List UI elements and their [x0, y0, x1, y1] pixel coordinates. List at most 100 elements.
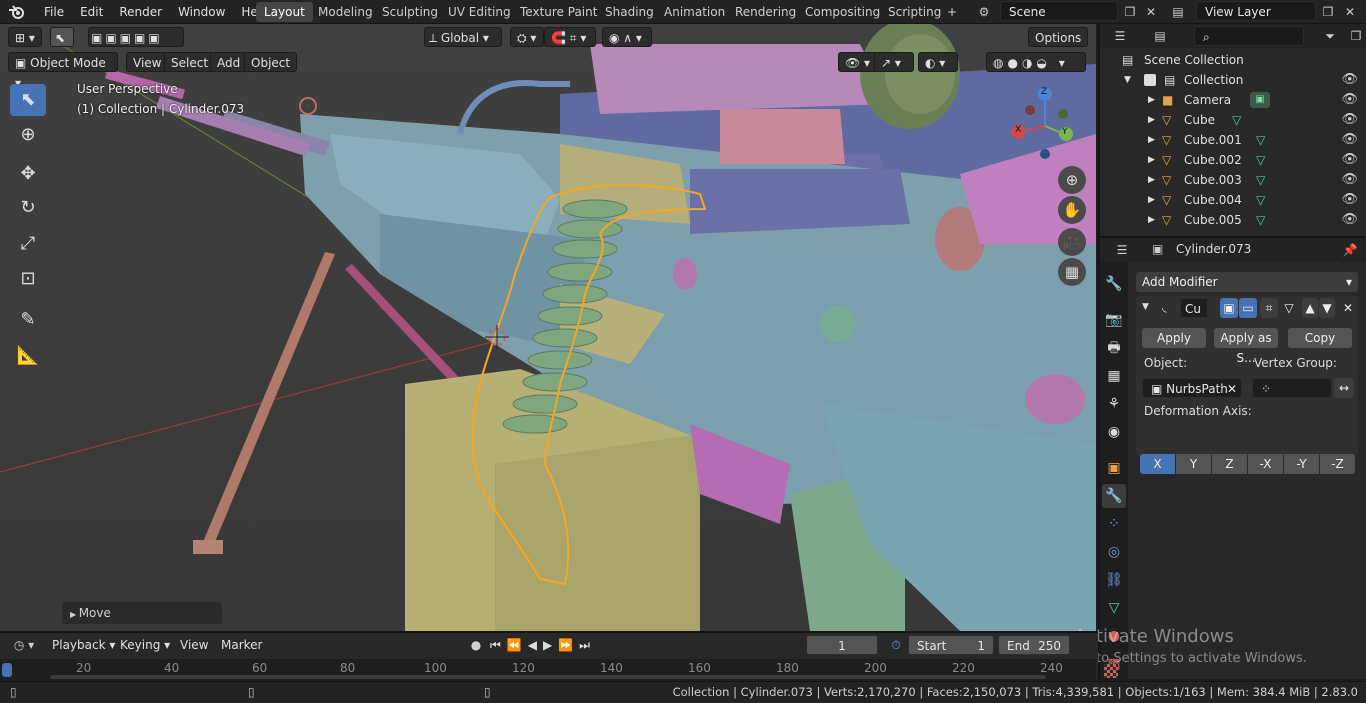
3d-viewport[interactable]: ⊞ ▾ ⬉ ▣▣▣▣▣ ⟂ Global ▾ ⛭ ▾ 🧲 ⌗ ▾ ◉ ∧ ▾ O… [0, 24, 1096, 631]
axis-neg-y-button[interactable]: -Y [1284, 454, 1319, 474]
outliner-row-camera[interactable]: ▶ ■ Camera ▣ 👁 [1100, 90, 1366, 110]
menu-keying[interactable]: Keying ▾ [114, 635, 176, 655]
selection-mode-group[interactable]: ▣▣▣▣▣ [88, 27, 184, 47]
zoom-icon[interactable]: ⊕ [1058, 166, 1086, 194]
filter-icon[interactable]: ⏷ [1320, 26, 1340, 46]
invert-vertex-group-icon[interactable]: ↔ [1334, 378, 1354, 398]
menu-window[interactable]: Window [170, 5, 233, 19]
delete-scene-icon[interactable]: ✕ [1141, 2, 1161, 22]
scene-tab-icon[interactable]: ⚘ [1102, 392, 1126, 416]
mesh-data-tab-icon[interactable]: ▽ [1102, 596, 1126, 620]
record-icon[interactable]: ● [466, 635, 486, 655]
transform-tool-icon[interactable]: ⊡ [10, 263, 46, 295]
options-dropdown[interactable]: Options ▾ [1028, 27, 1088, 65]
scale-tool-icon[interactable]: ⤢ [10, 228, 46, 260]
expand-arrow-icon[interactable]: ▶ [1148, 110, 1155, 130]
tab-shading[interactable]: Shading [597, 2, 662, 22]
cage-toggle-icon[interactable]: ▽ [1280, 298, 1298, 318]
outliner-row-cube-003[interactable]: ▶ ▽ Cube.003 ▽ 👁 [1100, 170, 1366, 190]
edit-mode-toggle-icon[interactable]: ▣ [1220, 298, 1238, 318]
menu-select[interactable]: Select [164, 52, 216, 72]
eye-icon[interactable]: 👁 [1341, 150, 1358, 170]
axis-x-button[interactable]: X [1140, 454, 1175, 474]
display-mode-icon[interactable]: ▤ [1150, 26, 1170, 46]
apply-as-shape-button[interactable]: Apply as S... [1214, 328, 1278, 365]
axis-z-button[interactable]: Z [1212, 454, 1247, 474]
visibility-icon[interactable]: 👁 ▾ [838, 52, 878, 72]
view-layer-icon[interactable]: ▤ [1168, 2, 1188, 22]
menu-object[interactable]: Object [244, 52, 298, 72]
tab-compositing[interactable]: Compositing [797, 2, 888, 22]
tool-tab-icon[interactable]: 🔧 [1102, 272, 1126, 296]
new-scene-icon[interactable]: ❐ [1120, 2, 1140, 22]
move-tool-icon[interactable]: ✥ [10, 158, 46, 190]
view-layer-tab-icon[interactable]: ▦ [1102, 364, 1126, 388]
scene-name-field[interactable]: Scene [1000, 1, 1118, 21]
menu-edit[interactable]: Edit [72, 5, 111, 19]
outliner-row-cube-004[interactable]: ▶ ▽ Cube.004 ▽ 👁 [1100, 190, 1366, 210]
move-up-icon[interactable]: ▲ [1302, 298, 1318, 318]
object-field[interactable]: ▣ NurbsPath ✕ [1142, 378, 1242, 398]
collapse-arrow-icon[interactable]: ▼ [1124, 70, 1131, 90]
axis-y-button[interactable]: Y [1176, 454, 1211, 474]
tab-layout[interactable]: Layout [256, 2, 313, 22]
outliner-row-cube-002[interactable]: ▶ ▽ Cube.002 ▽ 👁 [1100, 150, 1366, 170]
tab-sculpting[interactable]: Sculpting [374, 2, 446, 22]
eye-icon[interactable]: 👁 [1341, 110, 1358, 130]
move-down-icon[interactable]: ▼ [1319, 298, 1335, 318]
tab-modeling[interactable]: Modeling [310, 2, 381, 22]
expand-arrow-icon[interactable]: ▶ [1148, 190, 1155, 210]
collapse-arrow-icon[interactable]: ▼ [1142, 302, 1149, 312]
modifier-name-field[interactable]: Cu [1180, 298, 1208, 318]
select-tool-icon[interactable]: ⬉ [50, 27, 74, 47]
outliner-row-scene-collection[interactable]: ▤ Scene Collection [1100, 50, 1366, 70]
gizmo-toggle-icon[interactable]: ↗ ▾ [874, 52, 914, 72]
menu-playback[interactable]: Playback ▾ [46, 635, 121, 655]
outliner-row-cube[interactable]: ▶ ▽ Cube ▽ 👁 [1100, 110, 1366, 130]
mode-dropdown[interactable]: ▣ Object Mode ▾ [8, 52, 118, 90]
pivot-point-icon[interactable]: ⛭ ▾ [510, 27, 544, 47]
render-tab-icon[interactable]: 📷 [1102, 308, 1126, 332]
playback-controls[interactable]: ⏮⏪◀▶⏩⏭ [490, 635, 596, 655]
particles-tab-icon[interactable]: ⁘ [1102, 512, 1126, 536]
eye-icon[interactable]: 👁 [1341, 170, 1358, 190]
expand-arrow-icon[interactable]: ▶ [1148, 170, 1155, 190]
add-workspace-button[interactable]: + [942, 2, 962, 22]
select-box-tool-icon[interactable]: ⬉ [10, 84, 46, 116]
view-layer-field[interactable]: View Layer [1196, 1, 1316, 21]
rotate-tool-icon[interactable]: ↻ [10, 192, 46, 224]
cursor-tool-icon[interactable]: ⊕ [10, 119, 46, 151]
blender-logo-icon[interactable] [8, 4, 26, 20]
timeline-ruler[interactable]: 20 40 60 80 100 120 140 160 180 200 220 … [0, 659, 1096, 681]
add-modifier-dropdown[interactable]: Add Modifier ▾ [1136, 272, 1358, 292]
remove-modifier-icon[interactable]: ✕ [1340, 298, 1356, 318]
world-tab-icon[interactable]: ◉ [1102, 420, 1126, 444]
tab-scripting[interactable]: Scripting [880, 2, 949, 22]
start-frame-field[interactable]: Start 1 [908, 635, 994, 655]
output-tab-icon[interactable]: 🖶 [1102, 336, 1126, 360]
shading-mode-group[interactable]: ◍●◑◒ ▾ [986, 52, 1086, 72]
menu-file[interactable]: File [36, 5, 72, 19]
modifier-tab-icon[interactable]: 🔧 [1102, 484, 1126, 508]
menu-render[interactable]: Render [111, 5, 170, 19]
operator-panel[interactable]: ▶ Move [62, 602, 222, 624]
axis-neg-z-button[interactable]: -Z [1320, 454, 1355, 474]
tab-animation[interactable]: Animation [656, 2, 733, 22]
axis-neg-x-button[interactable]: -X [1248, 454, 1283, 474]
camera-view-icon[interactable]: 🎥 [1058, 228, 1086, 256]
ortho-grid-icon[interactable]: ▦ [1058, 258, 1086, 286]
overlays-icon[interactable]: ◐ ▾ [918, 52, 958, 72]
copy-button[interactable]: Copy [1288, 328, 1352, 348]
eye-icon[interactable]: 👁 [1341, 210, 1358, 230]
eye-icon[interactable]: 👁 [1341, 130, 1358, 150]
new-collection-icon[interactable]: ❐ [1346, 26, 1366, 46]
measure-tool-icon[interactable]: 📐 [10, 340, 46, 372]
tab-texture-paint[interactable]: Texture Paint [512, 2, 605, 22]
pan-hand-icon[interactable]: ✋ [1058, 196, 1086, 224]
eye-icon[interactable]: 👁 [1341, 90, 1358, 110]
end-frame-field[interactable]: End 250 [998, 635, 1070, 655]
menu-marker[interactable]: Marker [215, 635, 268, 655]
expand-arrow-icon[interactable]: ▶ [1148, 130, 1155, 150]
tab-rendering[interactable]: Rendering [727, 2, 804, 22]
expand-arrow-icon[interactable]: ▶ [1148, 210, 1155, 230]
